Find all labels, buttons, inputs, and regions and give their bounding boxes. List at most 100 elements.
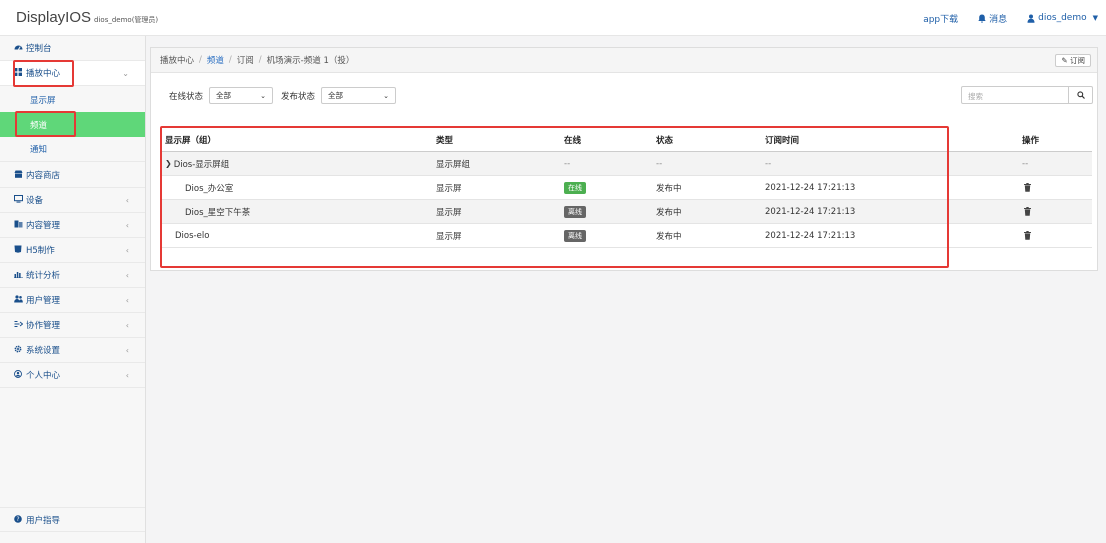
sidebar-item-h5-maker[interactable]: H5制作 ‹ [0, 238, 145, 263]
publish-status-value: 全部 [328, 91, 344, 100]
search-button[interactable] [1069, 86, 1093, 104]
table-row[interactable]: Dios-elo 显示屏 离线 发布中 2021-12-24 17:21:13 [160, 224, 1092, 248]
edit-icon: ✎ [1061, 56, 1068, 65]
sidebar-item-system-settings[interactable]: 系统设置 ‹ [0, 338, 145, 363]
offline-badge: 离线 [564, 205, 586, 218]
breadcrumb-item[interactable]: 播放中心 [160, 54, 194, 66]
h5-icon [14, 245, 26, 255]
filter-bar: 在线状态 全部 ⌄ 发布状态 全部 ⌄ [169, 87, 397, 104]
sidebar-item-collaboration[interactable]: 协作管理 ‹ [0, 313, 145, 338]
sidebar-item-devices[interactable]: 设备 ‹ [0, 188, 145, 213]
display-name-cell: Dios_星空下午茶 [185, 207, 251, 218]
app-download-link[interactable]: app下载 [923, 12, 958, 25]
online-cell: 离线 [564, 224, 586, 247]
chevron-left-icon: ‹ [125, 195, 129, 205]
bell-icon [978, 14, 986, 23]
subscribe-button-label: 订阅 [1070, 56, 1085, 65]
sidebar-item-play-center[interactable]: 播放中心 ⌄ [0, 61, 145, 86]
sidebar-subitem-channels[interactable]: 频道 [0, 112, 145, 137]
sidebar-item-analytics[interactable]: 统计分析 ‹ [0, 263, 145, 288]
column-header: 操作 [1022, 135, 1040, 146]
online-cell: 在线 [564, 176, 586, 199]
sidebar-subitem-displays[interactable]: 显示屏 [0, 87, 145, 112]
sidebar-item-dashboard[interactable]: 控制台 [0, 36, 145, 61]
table-row[interactable]: Dios_办公室 显示屏 在线 发布中 2021-12-24 17:21:13 [160, 176, 1092, 200]
op-cell: -- [1022, 158, 1029, 169]
table-row[interactable]: Dios_星空下午茶 显示屏 离线 发布中 2021-12-24 17:21:1… [160, 200, 1092, 224]
group-name: Dios-显示屏组 [173, 159, 230, 170]
column-header[interactable]: 状态 [656, 128, 673, 151]
search-placeholder: 搜索 [968, 92, 983, 101]
time-cell: 2021-12-24 17:21:13 [765, 230, 856, 241]
chevron-left-icon: ‹ [125, 345, 129, 355]
content-icon [14, 220, 26, 230]
sidebar-item-label: 用户指导 [26, 515, 61, 526]
monitor-icon [14, 195, 26, 205]
user-menu[interactable]: dios_demo ▼ [1027, 13, 1098, 23]
breadcrumb: 播放中心 / 频道 / 订阅 / 机场演示-频道 1（投） ✎ 订阅 [151, 48, 1097, 73]
chevron-left-icon: ‹ [125, 245, 129, 255]
type-cell: 显示屏组 [436, 159, 471, 170]
sidebar-item-label: 统计分析 [26, 271, 61, 281]
column-header[interactable]: 类型 [436, 128, 453, 151]
caret-down-icon: ▼ [1092, 14, 1098, 22]
sidebar-item-label: 内容管理 [26, 221, 61, 231]
subscribe-button[interactable]: ✎ 订阅 [1055, 54, 1091, 67]
sidebar-subitem-notifications[interactable]: 通知 [0, 137, 145, 162]
svg-text:?: ? [16, 516, 19, 523]
delete-button[interactable] [1024, 224, 1031, 247]
sidebar-subitem-label: 频道 [30, 120, 48, 131]
search-input[interactable]: 搜索 [961, 86, 1069, 104]
grid-icon [14, 68, 26, 78]
display-name-cell: Dios_办公室 [185, 183, 234, 194]
column-header[interactable]: 显示屏（组） [165, 128, 216, 151]
table-header: 显示屏（组） 类型 在线 状态 订阅时间 操作 [160, 128, 1092, 152]
messages-link[interactable]: 消息 [978, 12, 1007, 25]
dashboard-icon [14, 43, 26, 53]
brand[interactable]: DisplayIOS dios_demo(管理员) [0, 9, 240, 26]
table-row[interactable]: ❯ Dios-显示屏组 显示屏组 -- -- -- -- [160, 152, 1092, 176]
sidebar-subitem-label: 显示屏 [30, 95, 56, 106]
sidebar-item-label: 设备 [26, 196, 44, 206]
offline-badge: 离线 [564, 229, 586, 242]
trash-icon [1024, 231, 1031, 240]
publish-status-label: 发布状态 [281, 91, 316, 102]
breadcrumb-item[interactable]: 频道 [207, 54, 224, 66]
online-status-select[interactable]: 全部 ⌄ [209, 87, 274, 104]
column-header[interactable]: 在线 [564, 128, 581, 151]
sidebar-item-user-management[interactable]: 用户管理 ‹ [0, 288, 145, 313]
delete-button[interactable] [1024, 200, 1031, 223]
sidebar-item-label: 系统设置 [26, 346, 61, 356]
delete-button[interactable] [1024, 176, 1031, 199]
top-right-nav: app下载 消息 dios_demo ▼ [923, 0, 1098, 36]
time-cell: 2021-12-24 17:21:13 [765, 182, 856, 193]
status-cell: -- [656, 158, 663, 169]
top-bar: DisplayIOS dios_demo(管理员) app下载 消息 dios_… [0, 0, 1106, 36]
sidebar-item-user-guide[interactable]: ? 用户指导 [0, 507, 145, 532]
chart-icon [14, 270, 26, 280]
time-cell: -- [765, 158, 772, 169]
breadcrumb-item: 订阅 [236, 56, 254, 66]
publish-status-select[interactable]: 全部 ⌄ [321, 87, 397, 104]
column-header[interactable]: 订阅时间 [765, 128, 799, 151]
chevron-left-icon: ‹ [125, 220, 129, 230]
status-cell: 发布中 [656, 183, 682, 194]
username: dios_demo [1038, 13, 1087, 23]
sidebar-item-content-store[interactable]: 内容商店 [0, 163, 145, 188]
sidebar-item-personal-center[interactable]: 个人中心 ‹ [0, 363, 145, 388]
sidebar-item-label: 个人中心 [26, 371, 61, 381]
collab-icon [14, 320, 26, 330]
expand-chevron-icon[interactable]: ❯ [165, 159, 172, 168]
breadcrumb-current: 机场演示-频道 1（投） [266, 56, 355, 66]
online-cell: 离线 [564, 200, 586, 223]
chevron-down-icon: ⌄ [260, 91, 267, 100]
group-name-cell[interactable]: ❯ Dios-显示屏组 [165, 152, 229, 175]
online-badge: 在线 [564, 181, 586, 194]
sidebar-item-label: 内容商店 [26, 171, 61, 181]
online-cell: -- [564, 158, 571, 169]
chevron-left-icon: ‹ [125, 295, 129, 305]
user-icon [1027, 14, 1035, 23]
chevron-left-icon: ‹ [125, 270, 129, 280]
breadcrumb-separator: / [258, 55, 262, 65]
sidebar-item-content-management[interactable]: 内容管理 ‹ [0, 213, 145, 238]
